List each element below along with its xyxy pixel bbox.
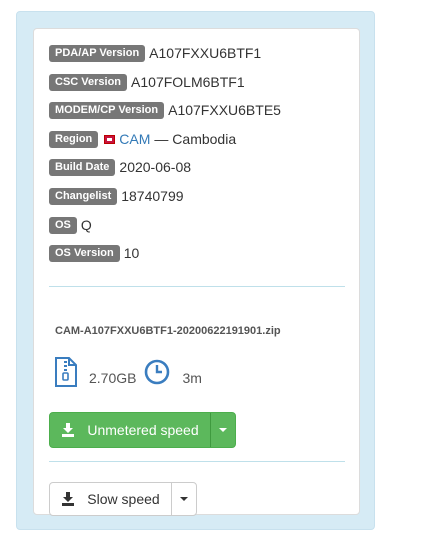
os-version-row: OS Version 10 [49,243,139,263]
file-size: 2.70GB [89,370,137,386]
modem-row: MODEM/CP Version A107FXXU6BTE5 [49,100,281,120]
caret-down-icon [180,497,188,501]
region-code-link[interactable]: CAM [119,131,150,147]
os-value: Q [80,217,92,233]
build-date-label: Build Date [49,158,116,176]
unmetered-speed-label: Unmetered speed [87,422,199,438]
filename: CAM-A107FXXU6BTF1-20200622191901.zip [55,325,281,337]
download-icon [61,492,75,506]
divider [49,286,345,287]
region-name: — Cambodia [154,131,237,147]
slow-speed-label: Slow speed [87,491,160,507]
os-version-label: OS Version [49,244,120,262]
download-time: 3m [182,370,202,386]
build-date-value: 2020-06-08 [119,159,192,175]
firmware-panel: PDA/AP Version A107FXXU6BTF1 CSC Version… [33,28,360,516]
unmetered-download-group: Unmetered speed [49,412,236,448]
divider-2 [49,461,345,462]
zip-file-icon [53,356,79,392]
unmetered-speed-button[interactable]: Unmetered speed [50,413,210,447]
changelist-label: Changelist [49,187,118,205]
modem-value: A107FXXU6BTE5 [168,102,281,118]
region-label: Region [49,130,99,148]
unmetered-dropdown-toggle[interactable] [210,413,235,447]
slow-download-group: Slow speed [49,482,197,516]
slow-dropdown-toggle[interactable] [171,483,196,515]
caret-down-icon [219,428,227,432]
clock-icon [144,359,170,390]
changelist-value: 18740799 [121,188,184,204]
slow-speed-button[interactable]: Slow speed [50,483,171,515]
os-version-value: 10 [123,245,140,261]
build-date-row: Build Date 2020-06-08 [49,157,191,177]
flag-icon [104,134,116,144]
csc-row: CSC Version A107FOLM6BTF1 [49,72,245,92]
csc-label: CSC Version [49,73,128,91]
region-row: Region CAM — Cambodia [49,129,236,149]
changelist-row: Changelist 18740799 [49,186,184,206]
os-row: OS Q [49,215,92,235]
pda-value: A107FXXU6BTF1 [149,45,262,61]
pda-label: PDA/AP Version [49,44,146,62]
modem-label: MODEM/CP Version [49,101,165,119]
download-icon [61,423,75,437]
file-meta: 2.70GB 3m [53,356,202,392]
os-label: OS [49,216,77,234]
csc-value: A107FOLM6BTF1 [131,74,245,90]
outer-frame: PDA/AP Version A107FXXU6BTF1 CSC Version… [16,11,375,530]
pda-row: PDA/AP Version A107FXXU6BTF1 [49,43,261,63]
